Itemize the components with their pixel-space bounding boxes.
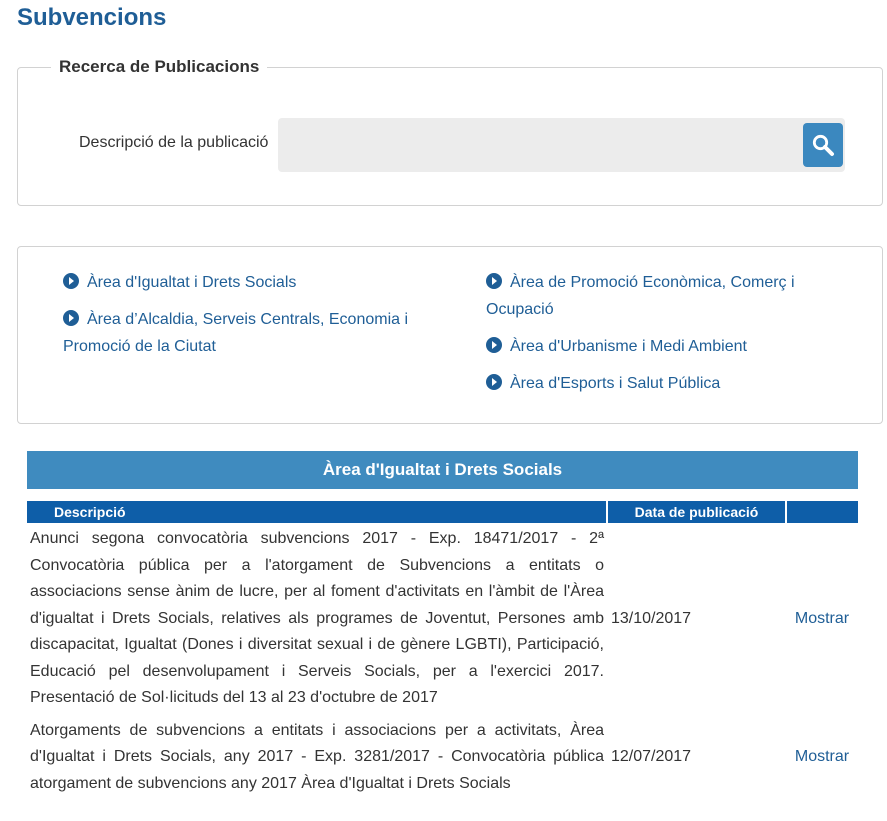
area-link-label: Àrea d’Alcaldia, Serveis Centrals, Econo… bbox=[63, 311, 409, 355]
area-link-label: Àrea d'Igualtat i Drets Socials bbox=[87, 274, 297, 291]
results-table: Descripció Data de publicació Anunci seg… bbox=[27, 501, 858, 800]
areas-list-right: Àrea de Promoció Econòmica, Comerç i Ocu… bbox=[486, 269, 856, 407]
chevron-circle-right-icon bbox=[63, 310, 79, 326]
search-fieldset: Recerca de Publicacions Descripció de la… bbox=[17, 57, 883, 206]
column-header-date: Data de publicació bbox=[607, 501, 787, 523]
chevron-circle-right-icon bbox=[486, 273, 502, 289]
row-date: 12/07/2017 bbox=[611, 748, 692, 765]
table-row: Atorgaments de subvencions a entitats i … bbox=[27, 715, 858, 801]
area-link-igualtat[interactable]: Àrea d'Igualtat i Drets Socials bbox=[63, 269, 423, 296]
table-header-row: Descripció Data de publicació bbox=[27, 501, 858, 523]
chevron-circle-right-icon bbox=[486, 374, 502, 390]
search-input[interactable] bbox=[278, 118, 845, 172]
row-description: Atorgaments de subvencions a entitats i … bbox=[30, 721, 604, 792]
show-button[interactable]: Mostrar bbox=[795, 748, 849, 765]
chevron-circle-right-icon bbox=[486, 337, 502, 353]
area-link-promocio-economica[interactable]: Àrea de Promoció Econòmica, Comerç i Ocu… bbox=[486, 269, 856, 323]
page-title: Subvencions bbox=[17, 4, 167, 31]
areas-list-left: Àrea d'Igualtat i Drets Socials Àrea d’A… bbox=[63, 269, 423, 370]
area-link-urbanisme[interactable]: Àrea d'Urbanisme i Medi Ambient bbox=[486, 333, 856, 360]
column-header-description: Descripció bbox=[27, 501, 608, 523]
column-header-action bbox=[786, 501, 858, 523]
search-button[interactable] bbox=[803, 123, 843, 167]
area-link-label: Àrea d'Urbanisme i Medi Ambient bbox=[510, 338, 747, 355]
table-row: Anunci segona convocatòria subvencions 2… bbox=[27, 523, 858, 715]
area-link-esports[interactable]: Àrea d'Esports i Salut Pública bbox=[486, 370, 856, 397]
show-button[interactable]: Mostrar bbox=[795, 610, 849, 627]
chevron-circle-right-icon bbox=[63, 273, 79, 289]
results-section-title: Àrea d'Igualtat i Drets Socials bbox=[27, 451, 858, 489]
areas-panel: Àrea d'Igualtat i Drets Socials Àrea d’A… bbox=[17, 246, 883, 424]
area-link-alcaldia[interactable]: Àrea d’Alcaldia, Serveis Centrals, Econo… bbox=[63, 306, 423, 360]
area-link-label: Àrea d'Esports i Salut Pública bbox=[510, 375, 721, 392]
search-legend: Recerca de Publicacions bbox=[51, 57, 268, 77]
row-description: Anunci segona convocatòria subvencions 2… bbox=[30, 530, 604, 706]
row-date: 13/10/2017 bbox=[611, 609, 692, 627]
area-link-label: Àrea de Promoció Econòmica, Comerç i Ocu… bbox=[486, 274, 795, 318]
row-action-cell: Mostrar bbox=[786, 523, 858, 715]
search-label: Descripció de la publicació bbox=[79, 134, 269, 151]
search-icon bbox=[812, 134, 834, 156]
row-action-cell: Mostrar bbox=[786, 715, 858, 801]
